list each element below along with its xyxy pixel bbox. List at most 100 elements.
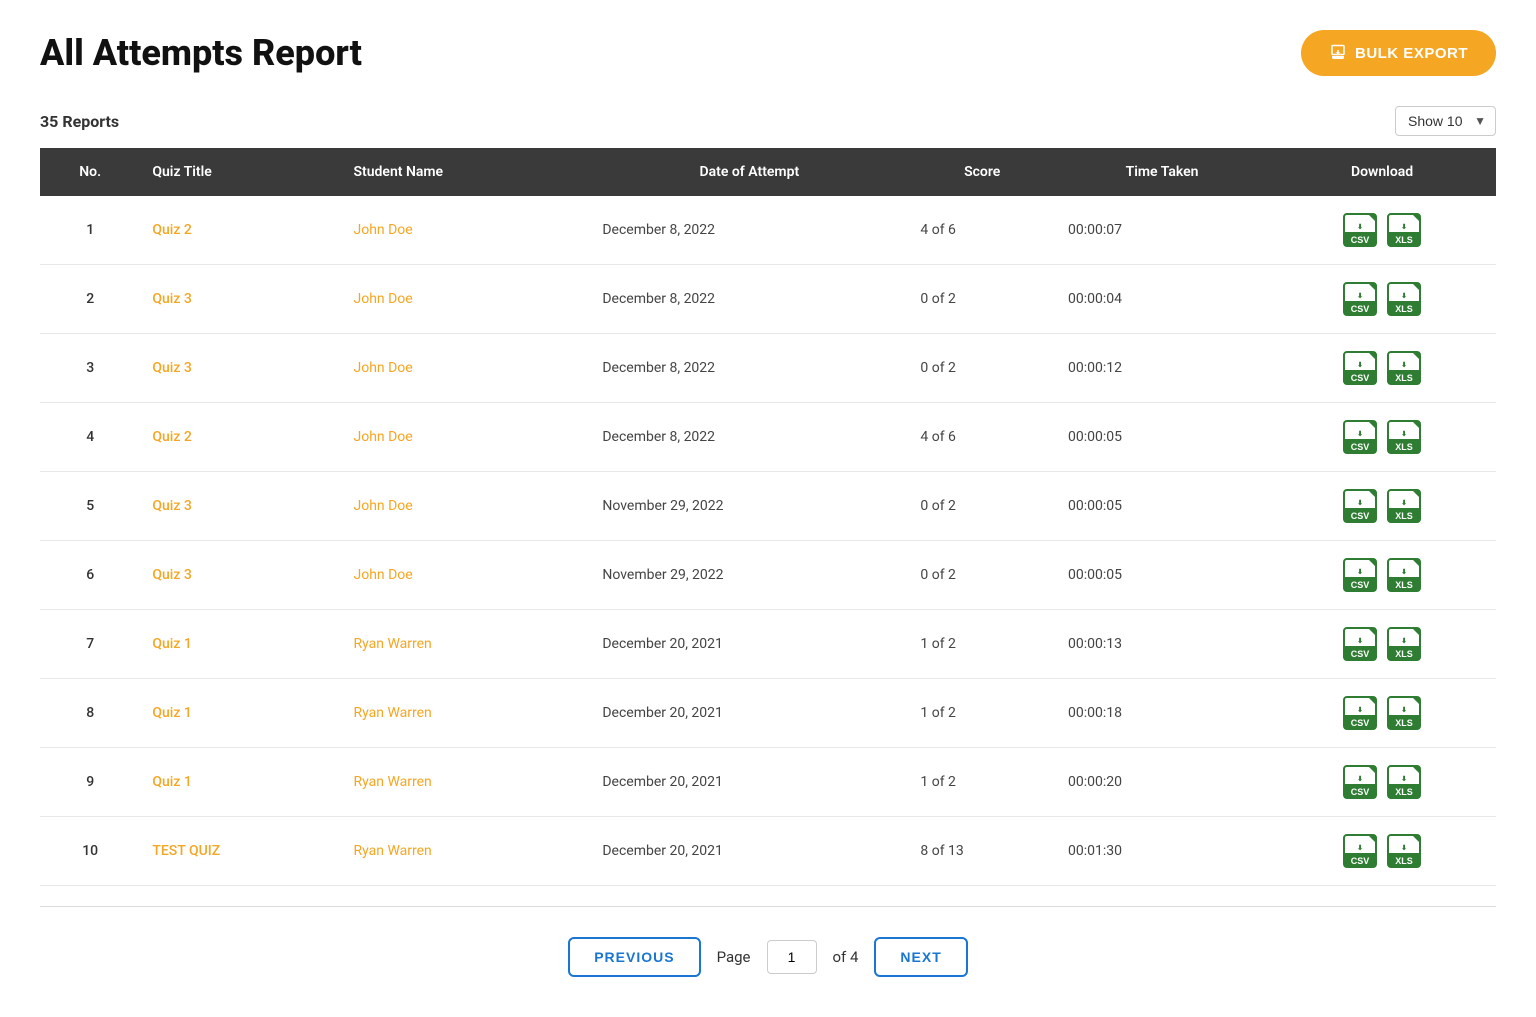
student-link[interactable]: Ryan Warren (353, 774, 431, 790)
cell-quiz-title[interactable]: Quiz 1 (140, 748, 341, 817)
cell-no: 5 (40, 472, 140, 541)
cell-download: CSV ⬇ XLS ⬇ (1268, 610, 1496, 679)
reports-label: Reports (62, 112, 119, 131)
cell-score: 1 of 2 (908, 748, 1056, 817)
page-header: All Attempts Report BULK EXPORT (40, 30, 1496, 76)
xls-download-icon[interactable]: XLS ⬇ (1386, 695, 1422, 731)
svg-text:⬇: ⬇ (1401, 223, 1407, 231)
xls-download-icon[interactable]: XLS ⬇ (1386, 419, 1422, 455)
header-student-name: Student Name (341, 148, 590, 196)
csv-download-icon[interactable]: CSV ⬇ (1342, 764, 1378, 800)
cell-quiz-title[interactable]: Quiz 3 (140, 265, 341, 334)
page-input[interactable] (767, 940, 817, 974)
student-link[interactable]: Ryan Warren (353, 636, 431, 652)
csv-download-icon[interactable]: CSV ⬇ (1342, 488, 1378, 524)
cell-quiz-title[interactable]: Quiz 1 (140, 610, 341, 679)
cell-student-name[interactable]: Ryan Warren (341, 679, 590, 748)
cell-download: CSV ⬇ XLS ⬇ (1268, 748, 1496, 817)
student-link[interactable]: John Doe (353, 291, 412, 307)
svg-text:⬇: ⬇ (1357, 361, 1363, 369)
cell-quiz-title[interactable]: Quiz 2 (140, 196, 341, 265)
cell-quiz-title[interactable]: Quiz 3 (140, 541, 341, 610)
quiz-link[interactable]: Quiz 2 (152, 222, 191, 238)
reports-count: 35 Reports (40, 112, 119, 131)
svg-text:XLS: XLS (1395, 511, 1413, 521)
cell-download: CSV ⬇ XLS ⬇ (1268, 472, 1496, 541)
csv-download-icon[interactable]: CSV ⬇ (1342, 419, 1378, 455)
svg-text:⬇: ⬇ (1401, 775, 1407, 783)
student-link[interactable]: John Doe (353, 567, 412, 583)
quiz-link[interactable]: Quiz 1 (152, 636, 191, 652)
student-link[interactable]: John Doe (353, 222, 412, 238)
cell-no: 6 (40, 541, 140, 610)
cell-quiz-title[interactable]: Quiz 1 (140, 679, 341, 748)
cell-student-name[interactable]: John Doe (341, 265, 590, 334)
cell-student-name[interactable]: Ryan Warren (341, 817, 590, 886)
bulk-export-button[interactable]: BULK EXPORT (1301, 30, 1496, 76)
previous-button[interactable]: PREVIOUS (568, 937, 700, 977)
cell-date: December 8, 2022 (590, 196, 908, 265)
csv-download-icon[interactable]: CSV ⬇ (1342, 695, 1378, 731)
download-buttons: CSV ⬇ XLS ⬇ (1280, 212, 1484, 248)
svg-text:XLS: XLS (1395, 442, 1413, 452)
cell-download: CSV ⬇ XLS ⬇ (1268, 679, 1496, 748)
next-button[interactable]: NEXT (874, 937, 967, 977)
cell-student-name[interactable]: John Doe (341, 541, 590, 610)
cell-quiz-title[interactable]: Quiz 3 (140, 334, 341, 403)
cell-download: CSV ⬇ XLS ⬇ (1268, 196, 1496, 265)
download-buttons: CSV ⬇ XLS ⬇ (1280, 557, 1484, 593)
xls-download-icon[interactable]: XLS ⬇ (1386, 281, 1422, 317)
cell-student-name[interactable]: Ryan Warren (341, 610, 590, 679)
pagination: PREVIOUS Page of 4 NEXT (40, 917, 1496, 987)
xls-download-icon[interactable]: XLS ⬇ (1386, 764, 1422, 800)
csv-download-icon[interactable]: CSV ⬇ (1342, 281, 1378, 317)
csv-download-icon[interactable]: CSV ⬇ (1342, 557, 1378, 593)
quiz-link[interactable]: Quiz 2 (152, 429, 191, 445)
header-quiz-title: Quiz Title (140, 148, 341, 196)
cell-download: CSV ⬇ XLS ⬇ (1268, 403, 1496, 472)
student-link[interactable]: Ryan Warren (353, 843, 431, 859)
cell-student-name[interactable]: Ryan Warren (341, 748, 590, 817)
svg-text:⬇: ⬇ (1401, 499, 1407, 507)
cell-quiz-title[interactable]: Quiz 2 (140, 403, 341, 472)
cell-date: December 8, 2022 (590, 334, 908, 403)
svg-text:⬇: ⬇ (1401, 430, 1407, 438)
cell-score: 4 of 6 (908, 403, 1056, 472)
export-icon (1329, 44, 1347, 62)
student-link[interactable]: John Doe (353, 498, 412, 514)
csv-download-icon[interactable]: CSV ⬇ (1342, 350, 1378, 386)
cell-student-name[interactable]: John Doe (341, 403, 590, 472)
show-select[interactable]: Show 10 Show 5 Show 25 Show 50 (1395, 106, 1496, 136)
student-link[interactable]: John Doe (353, 429, 412, 445)
csv-download-icon[interactable]: CSV ⬇ (1342, 833, 1378, 869)
cell-download: CSV ⬇ XLS ⬇ (1268, 334, 1496, 403)
xls-download-icon[interactable]: XLS ⬇ (1386, 626, 1422, 662)
quiz-link[interactable]: Quiz 3 (152, 360, 191, 376)
xls-download-icon[interactable]: XLS ⬇ (1386, 212, 1422, 248)
student-link[interactable]: John Doe (353, 360, 412, 376)
xls-download-icon[interactable]: XLS ⬇ (1386, 488, 1422, 524)
svg-text:XLS: XLS (1395, 373, 1413, 383)
xls-download-icon[interactable]: XLS ⬇ (1386, 557, 1422, 593)
xls-download-icon[interactable]: XLS ⬇ (1386, 833, 1422, 869)
cell-student-name[interactable]: John Doe (341, 472, 590, 541)
cell-score: 0 of 2 (908, 334, 1056, 403)
download-buttons: CSV ⬇ XLS ⬇ (1280, 626, 1484, 662)
cell-quiz-title[interactable]: TEST QUIZ (140, 817, 341, 886)
quiz-link[interactable]: Quiz 3 (152, 498, 191, 514)
quiz-link[interactable]: Quiz 1 (152, 774, 191, 790)
xls-download-icon[interactable]: XLS ⬇ (1386, 350, 1422, 386)
csv-download-icon[interactable]: CSV ⬇ (1342, 212, 1378, 248)
cell-no: 10 (40, 817, 140, 886)
student-link[interactable]: Ryan Warren (353, 705, 431, 721)
quiz-link[interactable]: Quiz 3 (152, 291, 191, 307)
cell-student-name[interactable]: John Doe (341, 334, 590, 403)
csv-download-icon[interactable]: CSV ⬇ (1342, 626, 1378, 662)
svg-text:CSV: CSV (1351, 304, 1370, 314)
cell-quiz-title[interactable]: Quiz 3 (140, 472, 341, 541)
download-buttons: CSV ⬇ XLS ⬇ (1280, 488, 1484, 524)
quiz-link[interactable]: TEST QUIZ (152, 843, 220, 859)
cell-student-name[interactable]: John Doe (341, 196, 590, 265)
quiz-link[interactable]: Quiz 3 (152, 567, 191, 583)
quiz-link[interactable]: Quiz 1 (152, 705, 191, 721)
